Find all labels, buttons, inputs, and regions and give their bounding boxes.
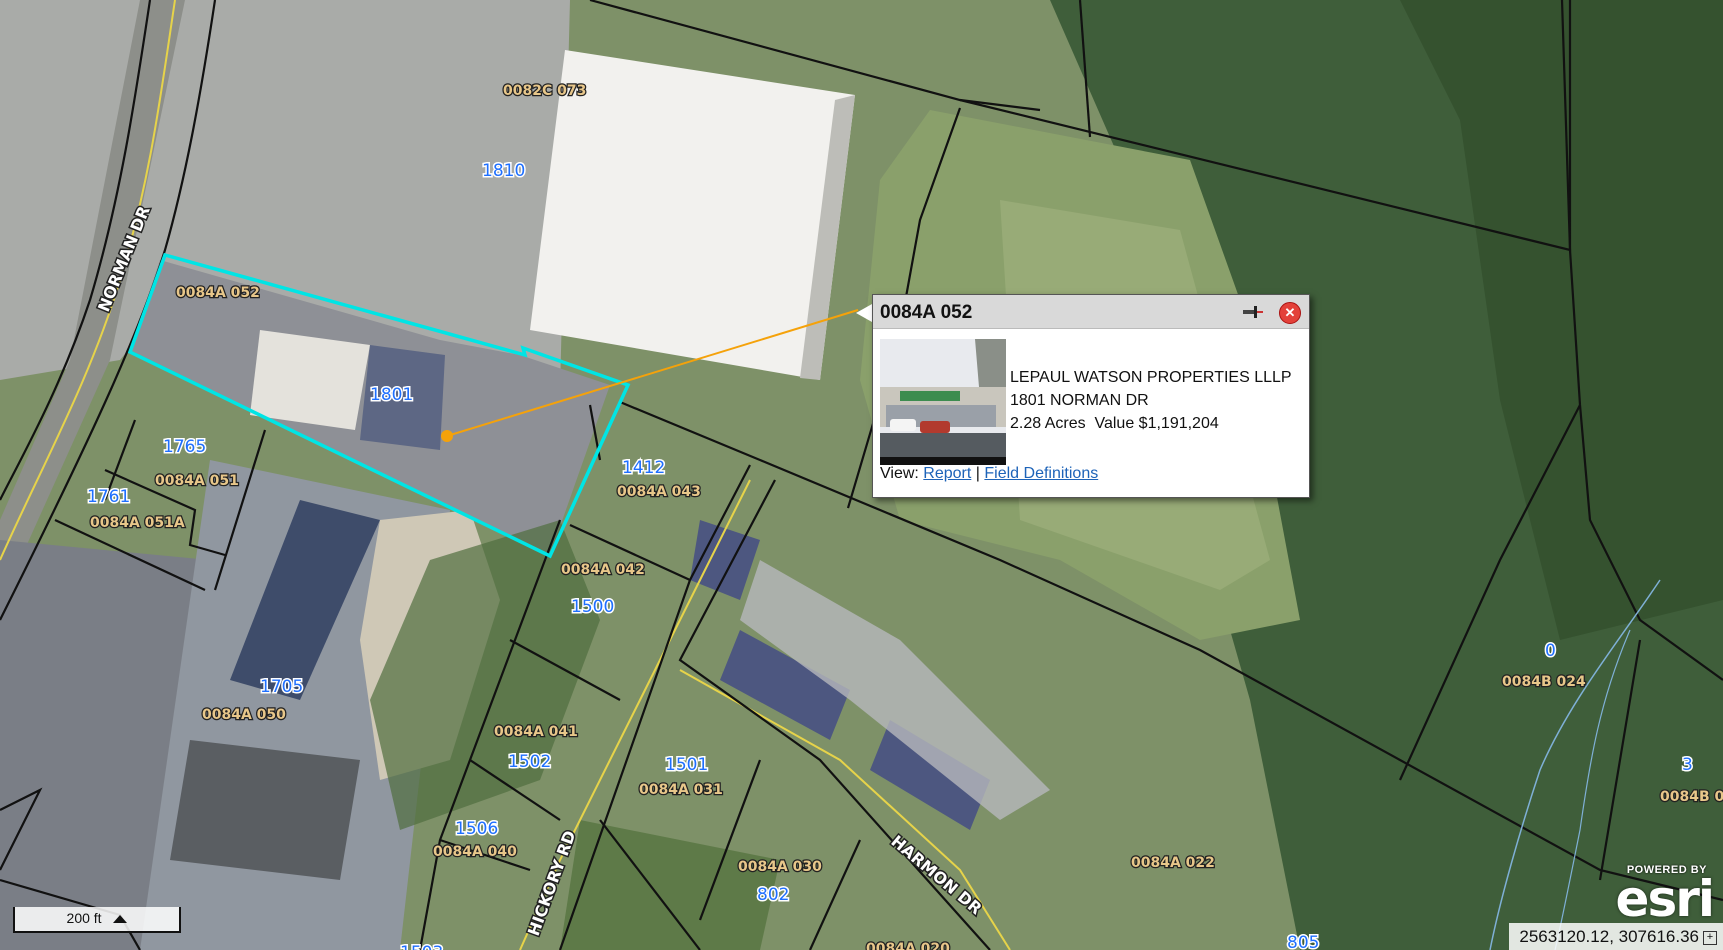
- popup-title: 0084A 052: [880, 302, 973, 323]
- parcel-id-label: 0084B 02: [1660, 789, 1723, 805]
- address-label: 1501: [665, 755, 708, 775]
- parcel-id-label: 0084A 040: [433, 844, 517, 860]
- parcel-id-label: 0082C 073: [503, 83, 586, 99]
- address-label: 1412: [622, 458, 665, 478]
- address-label: 1500: [571, 597, 614, 617]
- owner-name: LEPAUL WATSON PROPERTIES LLLP: [1010, 369, 1292, 386]
- parcel-id-label: 0084A 022: [1131, 855, 1215, 871]
- address-label: 0: [1545, 641, 1556, 661]
- address-label: 1810: [482, 161, 525, 181]
- view-label: View:: [880, 465, 919, 482]
- parcel-info: LEPAUL WATSON PROPERTIES LLLP 1801 NORMA…: [1010, 366, 1292, 435]
- address-label: 1506: [455, 819, 498, 839]
- acres-value: 2.28 Acres Value $1,191,204: [1010, 415, 1219, 432]
- parcel-id-label: 0084A 043: [617, 484, 701, 500]
- coordinates-text: 2563120.12, 307616.36: [1519, 927, 1699, 946]
- parcel-id-label: 0084A 052: [176, 285, 260, 301]
- address-label: 1705: [260, 677, 303, 697]
- parcel-id-label: 0084A 051A: [90, 515, 185, 531]
- site-address: 1801 NORMAN DR: [1010, 392, 1149, 409]
- parcel-id-label: 0084A 042: [561, 562, 645, 578]
- parcel-id-label: 0084B 024: [1502, 674, 1586, 690]
- expand-icon[interactable]: +: [1703, 930, 1717, 945]
- pin-icon[interactable]: [1241, 303, 1265, 321]
- coordinate-readout: 2563120.12, 307616.36 +: [1509, 923, 1723, 950]
- esri-wordmark: esri: [1615, 870, 1715, 928]
- parcel-photo: [880, 339, 1006, 465]
- parcel-id-label: 0084A 050: [202, 707, 286, 723]
- address-label: 1761: [87, 487, 130, 507]
- field-definitions-link[interactable]: Field Definitions: [984, 465, 1098, 482]
- address-label: 1503: [400, 943, 443, 950]
- close-icon[interactable]: ✕: [1279, 302, 1301, 324]
- address-label: 1502: [508, 752, 551, 772]
- address-label: 802: [757, 885, 789, 905]
- popup-header: 0084A 052 ✕: [873, 295, 1309, 329]
- scale-label: 200 ft: [66, 910, 102, 926]
- address-label: 1801: [370, 385, 413, 405]
- esri-logo: POWERED BY esri: [1603, 864, 1715, 928]
- popup-anchor-dot: [441, 430, 453, 442]
- parcel-popup: 0084A 052 ✕ LEPAUL WATSON PROPERTIES LLL…: [872, 294, 1310, 498]
- address-label: 805: [1287, 933, 1319, 950]
- popup-pointer: [856, 304, 872, 322]
- address-label: 3: [1682, 755, 1693, 775]
- scale-triangle-icon: [113, 915, 128, 924]
- parcel-id-label: 0084A 030: [738, 859, 822, 875]
- address-label: 1765: [163, 437, 206, 457]
- view-links: View: Report | Field Definitions: [880, 465, 1098, 483]
- parcel-id-label: 0084A 051: [155, 473, 239, 489]
- parcel-id-label: 0084A 020: [866, 941, 950, 950]
- parcel-id-label: 0084A 041: [494, 724, 578, 740]
- report-link[interactable]: Report: [923, 465, 971, 482]
- map-canvas[interactable]: 1810 1801 1765 1761 1412 1500 1705 1502 …: [0, 0, 1723, 950]
- parcel-id-label: 0084A 031: [639, 782, 723, 798]
- link-separator: |: [975, 465, 980, 482]
- scale-bar: 200 ft: [13, 907, 181, 933]
